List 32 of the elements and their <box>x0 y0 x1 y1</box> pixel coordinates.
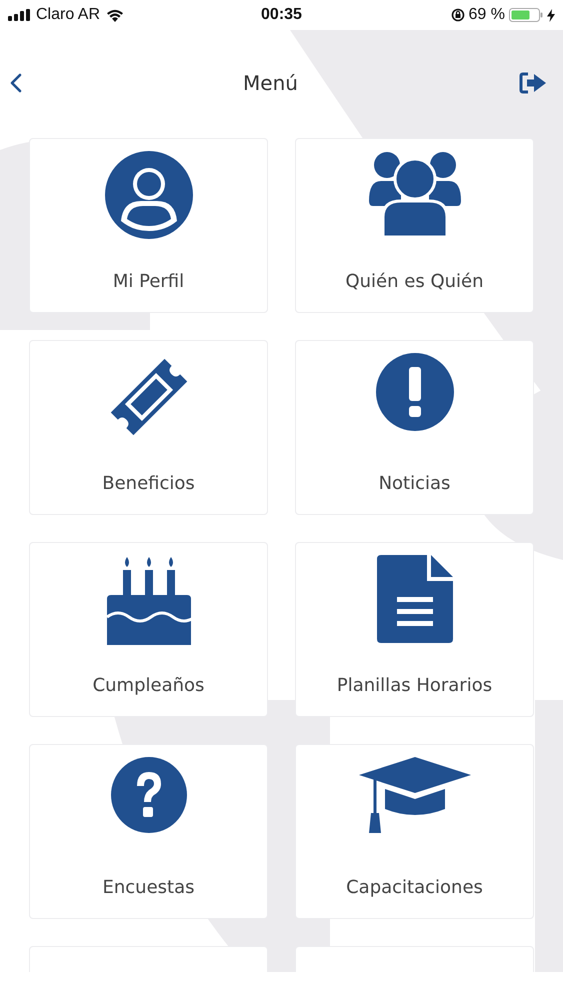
menu-label: Noticias <box>378 473 450 494</box>
battery-percent: 69 % <box>468 6 505 24</box>
signal-icon <box>8 9 30 21</box>
rotation-lock-icon <box>450 8 465 22</box>
menu-card[interactable]: Planillas Horarios <box>295 542 534 717</box>
graduation-cap-icon <box>358 757 470 835</box>
menu-card[interactable]: Noticias <box>295 340 534 515</box>
menu-card[interactable]: Mi Perfil <box>29 138 268 313</box>
user-avatar-icon <box>104 151 192 239</box>
menu-label: Planillas Horarios <box>336 675 492 696</box>
screen-title: Menú <box>243 71 298 95</box>
menu-label: Encuestas <box>102 877 194 898</box>
menu-card[interactable]: Capacitaciones <box>295 744 534 919</box>
menu-label: Cumpleaños <box>92 675 204 696</box>
battery-icon <box>508 8 543 22</box>
back-button[interactable] <box>8 71 24 95</box>
menu-label: Beneficios <box>102 473 195 494</box>
exclamation-icon <box>376 353 454 431</box>
birthday-cake-icon <box>104 555 192 645</box>
charging-icon <box>546 8 555 22</box>
menu-label: Capacitaciones <box>346 877 483 898</box>
menu-card[interactable]: Quién es Quién <box>295 138 534 313</box>
question-icon <box>110 757 186 833</box>
menu-label: Mi Perfil <box>112 271 184 292</box>
menu-card[interactable]: Beneficios <box>29 340 268 515</box>
wifi-icon <box>106 8 124 22</box>
menu-card[interactable]: Cumpleaños <box>29 542 268 717</box>
carrier-name: Claro AR <box>36 6 100 24</box>
clock-time: 00:35 <box>261 6 302 24</box>
menu-card[interactable]: Encuestas <box>29 744 268 919</box>
document-icon <box>376 555 452 643</box>
menu-label: Quién es Quién <box>345 271 484 292</box>
